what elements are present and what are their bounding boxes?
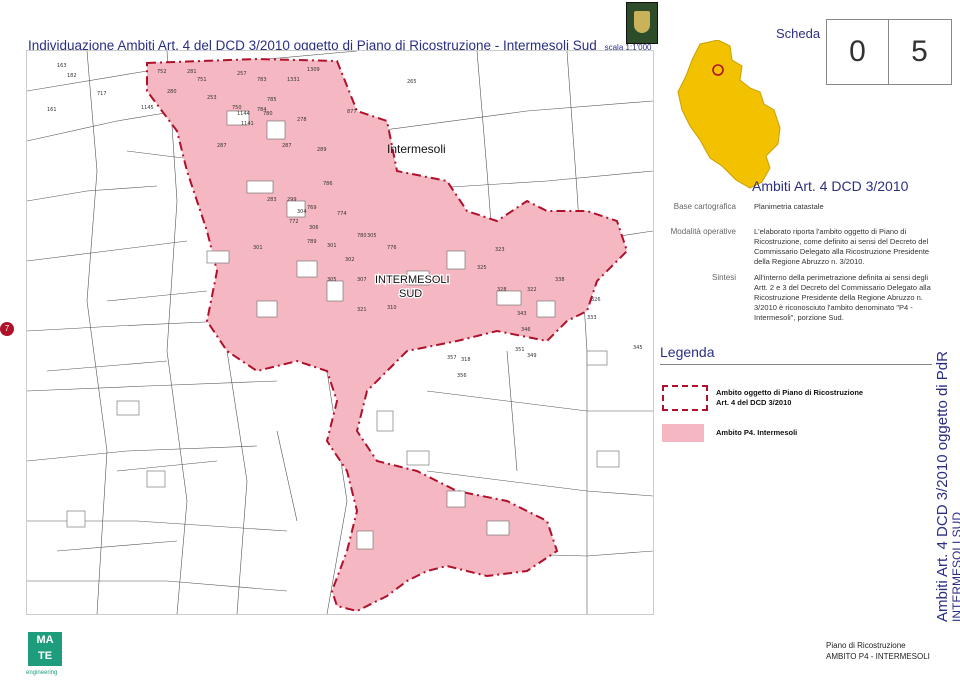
vertical-side-title: Ambiti Art. 4 DCD 3/2010 oggetto di PdR … xyxy=(934,351,960,622)
parcel-number: 877 xyxy=(347,109,357,115)
parcel-number: 253 xyxy=(207,95,217,101)
mate-logo-icon: MA TE xyxy=(28,632,62,666)
parcel-number: 301 xyxy=(327,243,337,249)
row-label-modalita: Modalità operative xyxy=(670,227,736,236)
footer-caption-line1: Piano di Ricostruzione xyxy=(826,641,906,650)
row-label-sintesi: Sintesi xyxy=(711,273,736,282)
parcel-number: 1331 xyxy=(287,77,300,83)
row-text-modalita: L'elaborato riporta l'ambito oggetto di … xyxy=(754,227,930,266)
cadastral-map[interactable]: 163 182 717 752 751 257 281 783 1331 130… xyxy=(26,50,654,615)
legend-swatch-ambito xyxy=(662,385,708,411)
scheda-number-box: 0 5 xyxy=(826,19,952,85)
parcel-number: 305 xyxy=(367,233,377,239)
parcel-number: 717 xyxy=(97,91,107,97)
parcel-number: 1141 xyxy=(241,121,254,127)
parcel-number: 307 xyxy=(357,277,367,283)
parcel-number: 310 xyxy=(387,305,397,311)
locator-inset-map xyxy=(677,40,781,189)
parcel-number: 751 xyxy=(197,77,207,83)
footer-caption: Piano di Ricostruzione AMBITO P4 - INTER… xyxy=(826,640,930,662)
parcel-number: 349 xyxy=(527,353,537,359)
place-label-intermesoli: Intermesoli xyxy=(387,142,446,156)
scheda-label: Scheda xyxy=(776,26,821,41)
logo-line2: TE xyxy=(37,650,53,662)
parcel-number: 299 xyxy=(287,197,297,203)
parcel-number: 161 xyxy=(47,107,57,113)
footer-caption-line2: AMBITO P4 - INTERMESOLI xyxy=(826,652,930,661)
parcel-number: 345 xyxy=(633,345,643,351)
parcel-number: 357 xyxy=(447,355,457,361)
parcel-number: 289 xyxy=(317,147,327,153)
parcel-number: 305 xyxy=(327,277,337,283)
parcel-number: 789 xyxy=(307,239,317,245)
parcel-number: 752 xyxy=(157,69,167,75)
row-text-base: Planimetria catastale xyxy=(754,202,824,211)
parcel-number: 304 xyxy=(297,209,307,215)
legend-divider xyxy=(660,364,932,365)
parcel-number: 769 xyxy=(307,205,317,211)
row-text-sintesi: All'interno della perimetrazione definit… xyxy=(754,273,931,322)
parcel-number: 182 xyxy=(67,73,77,79)
parcel-number: 772 xyxy=(289,219,299,225)
parcel-number: 774 xyxy=(337,211,347,217)
parcel-number: 322 xyxy=(527,287,537,293)
parcel-number: 306 xyxy=(309,225,319,231)
parcel-number: 257 xyxy=(237,71,247,77)
municipality-outline xyxy=(677,40,781,189)
parcel-number: 325 xyxy=(477,265,487,271)
parcel-number: 326 xyxy=(591,297,601,303)
parcel-number: 278 xyxy=(297,117,307,123)
parcel-number: 283 xyxy=(267,197,277,203)
legend-item-p4: Ambito P4. Intermesoli xyxy=(716,428,798,437)
legend-swatch-p4 xyxy=(662,424,704,442)
parcel-number: 351 xyxy=(515,347,525,353)
parcel-number: 287 xyxy=(217,143,227,149)
logo-line1: MA xyxy=(36,634,54,646)
legend-item-ambito: Ambito oggetto di Piano di Ricostruzione… xyxy=(716,388,876,408)
parcel-number: 301 xyxy=(253,245,263,251)
parcel-number: 776 xyxy=(387,245,397,251)
parcel-number: 281 xyxy=(187,69,197,75)
legend-item-ambito-line2: Art. 4 del DCD 3/2010 xyxy=(716,398,792,407)
parcel-number: 780 xyxy=(357,233,367,239)
area-label-line2: SUD xyxy=(399,288,422,300)
parcel-number: 338 xyxy=(555,277,565,283)
parcel-number: 280 xyxy=(167,89,177,95)
parcel-number: 783 xyxy=(257,77,267,83)
parcel-number: 265 xyxy=(407,79,417,85)
parcel-number: 1144 xyxy=(237,111,250,117)
panel-title: Ambiti Art. 4 DCD 3/2010 xyxy=(752,178,909,194)
parcel-number: 1145 xyxy=(141,105,154,111)
scheda-digit-2: 5 xyxy=(911,35,928,68)
parcel-number: 287 xyxy=(282,143,292,149)
area-label-line1: INTERMESOLI xyxy=(375,274,450,286)
cadastral-map-svg: 163 182 717 752 751 257 281 783 1331 130… xyxy=(27,51,653,614)
scheda-digit-1: 0 xyxy=(827,20,889,84)
parcel-number: 785 xyxy=(267,97,277,103)
parcel-number: 356 xyxy=(457,373,467,379)
parcel-number: 780 xyxy=(263,111,273,117)
parcel-number: 323 xyxy=(495,247,505,253)
parcel-number: 786 xyxy=(323,181,333,187)
parcel-number: 302 xyxy=(345,257,355,263)
parcel-number: 328 xyxy=(497,287,507,293)
vertical-title-line1: Ambiti Art. 4 DCD 3/2010 oggetto di PdR xyxy=(934,351,951,622)
parcel-number: 346 xyxy=(521,327,531,333)
parcel-number: 1309 xyxy=(307,67,320,73)
parcel-number: 163 xyxy=(57,63,67,69)
parcel-number: 318 xyxy=(461,357,471,363)
parcel-number: 333 xyxy=(587,315,597,321)
municipal-emblem-icon xyxy=(626,2,658,44)
legend-title: Legenda xyxy=(660,344,715,360)
parcel-number: 343 xyxy=(517,311,527,317)
logo-subtitle: engineering xyxy=(26,670,58,676)
vertical-title-line2: INTERMESOLI SUD xyxy=(950,511,960,622)
legend-item-ambito-line1: Ambito oggetto di Piano di Ricostruzione xyxy=(716,388,864,397)
row-label-base: Base cartografica xyxy=(673,202,736,211)
parcel-number: 321 xyxy=(357,307,367,313)
map-marker-7: 7 xyxy=(0,322,14,336)
